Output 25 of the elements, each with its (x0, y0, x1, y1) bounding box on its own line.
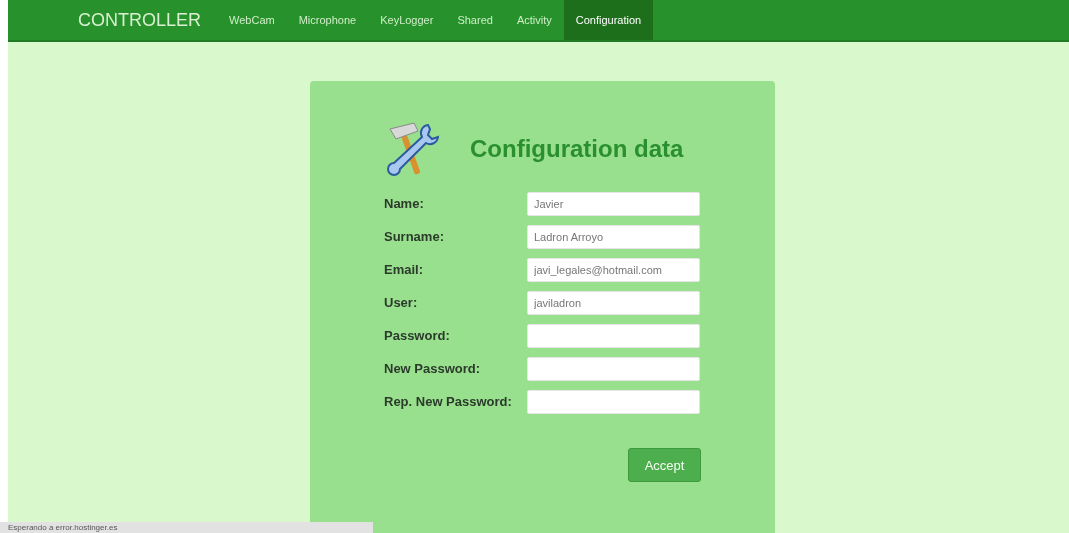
field-label: Password: (384, 328, 451, 343)
field-label: Name: (384, 196, 425, 211)
field-label: New Password: (384, 361, 482, 376)
tools-icon (384, 121, 440, 177)
field-label: Rep. New Password: (384, 394, 513, 409)
input-field[interactable]: javi_legales@hotmail.com (527, 257, 700, 282)
field-label: Email: (384, 262, 424, 277)
brand-title[interactable]: CONTROLLER (78, 0, 202, 40)
input-field[interactable] (527, 323, 700, 348)
nav-tab[interactable]: KeyLogger (368, 0, 446, 40)
nav-tab[interactable]: Activity (504, 0, 564, 40)
input-field[interactable]: Javier (527, 191, 700, 216)
form-title: Configuration data (470, 135, 684, 163)
status-bar: Esperando a error.hostinger.es (0, 522, 373, 533)
field-label: User: (384, 295, 419, 310)
nav-tab[interactable]: Microphone (286, 0, 369, 40)
input-field[interactable] (527, 356, 700, 381)
accept-button[interactable]: Accept (628, 448, 701, 482)
input-field[interactable] (527, 389, 700, 414)
nav-tab[interactable]: Shared (445, 0, 505, 40)
field-label: Surname: (384, 229, 445, 244)
nav-tab[interactable]: WebCam (217, 0, 287, 40)
input-field[interactable]: Ladron Arroyo (527, 224, 700, 249)
nav-tab[interactable]: Configuration (563, 0, 654, 40)
input-field[interactable]: javiladron (527, 290, 700, 315)
